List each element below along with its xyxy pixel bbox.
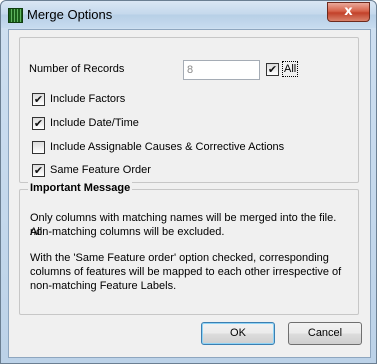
- include-factors-checkbox[interactable]: ✔: [32, 93, 45, 106]
- important-message-group: Important Message Only columns with matc…: [19, 182, 359, 315]
- all-checkbox[interactable]: ✔: [266, 63, 279, 76]
- include-causes-checkbox[interactable]: [32, 141, 45, 154]
- all-label[interactable]: All: [281, 61, 299, 77]
- title-bar[interactable]: Merge Options x: [1, 1, 376, 28]
- same-feature-order-label[interactable]: Same Feature Order: [50, 164, 151, 176]
- include-factors-label[interactable]: Include Factors: [50, 93, 125, 105]
- include-causes-label[interactable]: Include Assignable Causes & Corrective A…: [50, 141, 284, 153]
- options-group: Number of Records 8 ✔ All ✔ Include Fact…: [19, 37, 359, 183]
- ok-button[interactable]: OK: [201, 322, 275, 345]
- message-line: non-matching columns will be excluded.: [30, 226, 225, 238]
- message-line: non-matching Feature Labels.: [30, 280, 177, 292]
- include-datetime-label[interactable]: Include Date/Time: [50, 117, 139, 129]
- important-message-title: Important Message: [28, 182, 133, 194]
- same-feature-order-checkbox[interactable]: ✔: [32, 164, 45, 177]
- records-label: Number of Records: [29, 63, 125, 75]
- close-button[interactable]: x: [327, 2, 370, 22]
- message-line: With the 'Same Feature order' option che…: [30, 252, 329, 264]
- include-datetime-checkbox[interactable]: ✔: [32, 117, 45, 130]
- merge-options-dialog: Merge Options x Number of Records 8 ✔ Al…: [0, 0, 377, 364]
- message-line: columns of features will be mapped to ea…: [30, 266, 342, 278]
- window-title: Merge Options: [27, 7, 113, 22]
- dialog-body: Number of Records 8 ✔ All ✔ Include Fact…: [8, 29, 371, 358]
- cancel-button[interactable]: Cancel: [288, 322, 362, 345]
- app-icon: [8, 8, 23, 23]
- records-input[interactable]: 8: [183, 60, 260, 80]
